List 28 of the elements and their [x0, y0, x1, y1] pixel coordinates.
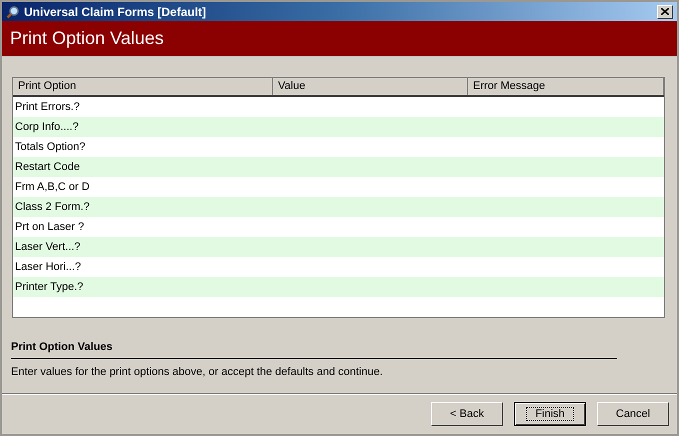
table-cell-text: Printer Type.?	[15, 280, 84, 295]
table-cell-text: Print Errors.?	[15, 100, 80, 115]
dialog-button[interactable]: Cancel	[597, 402, 669, 426]
table-row[interactable]: Printer Type.?	[13, 277, 664, 297]
table-row[interactable]: Restart Code	[13, 157, 664, 177]
table-cell-text: Restart Code	[15, 160, 80, 175]
dialog-button[interactable]: Finish	[514, 402, 586, 426]
table-cell-text: Laser Vert...?	[15, 240, 80, 255]
close-button[interactable]	[657, 4, 673, 18]
table-cell-text: Corp Info....?	[15, 120, 79, 135]
table-row[interactable]: Corp Info....?	[13, 117, 664, 137]
table-cell-text: Totals Option?	[15, 140, 86, 155]
table-cell-text: Prt on Laser ?	[15, 220, 84, 235]
table-cell-text: Laser Hori...?	[15, 260, 82, 275]
column-header[interactable]: Value	[273, 78, 468, 95]
magnifier-icon	[6, 4, 20, 18]
column-header[interactable]: Error Message	[468, 78, 664, 95]
dialog-button[interactable]: < Back	[431, 402, 503, 426]
header-title: Print Option Values	[10, 27, 164, 50]
table-row[interactable]: Class 2 Form.?	[13, 197, 664, 217]
window-title: Universal Claim Forms [Default]	[24, 4, 208, 20]
table-cell-text: Frm A,B,C or D	[15, 180, 90, 195]
close-icon	[661, 8, 669, 15]
table-row[interactable]: Laser Vert...?	[13, 237, 664, 257]
column-header[interactable]: Print Option	[13, 78, 273, 95]
description-text: Enter values for the print options above, or accept the defaults and continue.	[11, 364, 384, 380]
description-title: Print Option Values	[11, 339, 617, 358]
table-cell-text: Class 2 Form.?	[15, 200, 90, 215]
